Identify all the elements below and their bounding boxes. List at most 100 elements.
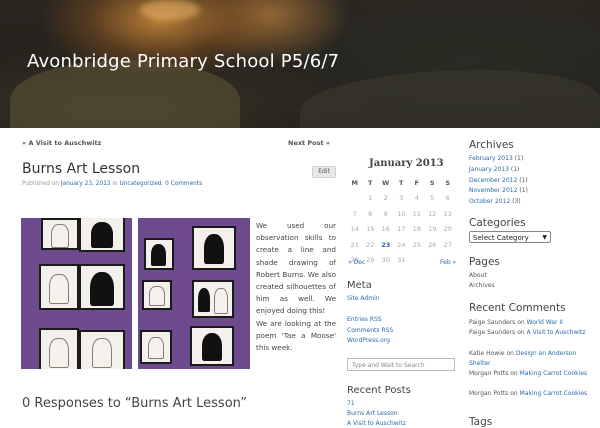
comment-on: on [517,329,525,336]
calendar-day [409,253,425,269]
recent-post-link[interactable]: A Visit to Auschwitz [347,420,406,427]
category-select-value: Select Category [473,234,529,242]
comment-post-link[interactable]: A Visit to Auschwitz [527,329,586,336]
comment-author: Paige Saunders [469,329,516,336]
calendar-day: 16 [381,225,390,234]
meta-heading: Meta [347,280,372,291]
calendar-day: 18 [412,225,421,234]
chevron-down-icon: ▼ [542,234,547,241]
post-paragraph: We used our observation skills to create… [256,221,336,316]
calendar-day-header: W [382,178,390,187]
archives-heading: Archives [469,139,514,151]
drawing-frame [41,218,79,250]
calendar-day: 3 [399,194,404,203]
silhouette [204,234,224,264]
wordpress-org-link[interactable]: WordPress.org [347,337,390,344]
calendar-prev-link[interactable]: « Dec [348,259,365,266]
recent-post-link[interactable]: Burns Art Lesson [347,410,398,417]
calendar-day: 14 [350,225,359,234]
archive-count: (1) [519,187,528,194]
responses-heading: 0 Responses to “Burns Art Lesson” [22,396,247,411]
archive-link[interactable]: January 2013 [469,166,509,173]
sketch [149,286,165,306]
calendar-day-header: M [351,178,358,187]
comment-author: Paige Saunders [469,319,516,326]
comment-on: on [510,390,518,397]
calendar-next-link[interactable]: Feb » [440,259,456,266]
silhouette [151,244,166,266]
post-meta: Published on January 23, 2013 in Uncateg… [22,181,203,187]
silhouette-frame [79,264,125,310]
meta-in: in [112,181,118,187]
calendar-day: 17 [397,225,406,234]
archive-item: February 2013 (1) [469,155,523,162]
calendar-day: 4 [414,194,419,203]
archive-item: November 2012 (1) [469,187,528,194]
page-link-archives[interactable]: Archives [469,282,495,289]
comments-rss-link[interactable]: Comments RSS [347,327,393,334]
calendar-day: 12 [428,209,437,218]
calendar-day: 24 [397,240,406,249]
sketch [51,224,69,248]
archive-count: (1) [510,166,520,173]
calendar-day-header: F [414,178,419,187]
drawing-frame [142,280,172,310]
next-post-link[interactable]: Next Post » [288,139,330,147]
comment-post-link[interactable]: Making Carrot Cookies [520,390,588,397]
silhouette-frame [192,280,234,318]
archive-link[interactable]: February 2013 [469,155,513,162]
comment-on: on [517,319,525,326]
calendar-title: January 2013 [369,158,444,169]
recent-comment: Morgan Potts on Making Carrot Cookies [469,369,589,379]
silhouette-frame [190,326,234,366]
recent-comment: Morgan Potts on Making Carrot Cookies [469,389,589,399]
recent-comment: Katie Howie on Design an Anderson Shelte… [469,349,589,368]
comment-post-link[interactable]: Making Carrot Cookies [520,370,588,377]
artwork-photo[interactable] [138,218,250,369]
comment-on: on [506,350,514,357]
silhouette-frame [192,226,236,270]
drawing-frame [79,330,125,369]
recent-comment: Paige Saunders on A Visit to Auschwitz [469,328,589,338]
drawing-frame [39,264,79,310]
category-link[interactable]: Uncategorized [119,181,161,187]
comment-post-link[interactable]: World War II [527,319,563,326]
post-date-link[interactable]: January 23, 2013 [61,181,111,187]
recent-comment: Paige Saunders on World War II [469,318,589,328]
silhouette [202,333,222,361]
calendar-day [347,191,363,207]
recent-post-link[interactable]: 71 [347,400,355,407]
calendar-day: 11 [412,209,421,218]
calendar-day-header: S [445,178,451,187]
calendar-day: 1 [368,194,373,203]
archive-item: October 2012 (3) [469,198,521,205]
prev-post-link[interactable]: « A Visit to Auschwitz [22,139,101,147]
category-select[interactable]: Select Category ▼ [469,231,551,243]
edit-button[interactable]: Edit [312,166,336,178]
calendar-day[interactable]: 23 [378,237,394,253]
comment-author: Morgan Potts [469,370,509,377]
sketch [92,338,112,368]
search-input[interactable]: Type and Wait to Search [347,358,455,371]
calendar-day: 6 [445,194,450,203]
calendar-day: 22 [366,240,375,249]
banner-rock [300,70,600,128]
archive-count: (1) [514,155,524,162]
page-link-about[interactable]: About [469,272,487,279]
calendar-day-header: S [429,178,435,187]
comments-link[interactable]: 0 Comments [165,181,202,187]
silhouette [198,288,210,312]
entries-rss-link[interactable]: Entries RSS [347,316,382,323]
archive-link[interactable]: December 2012 [469,177,517,184]
site-admin-link[interactable]: Site Admin [347,295,380,302]
silhouette-frame [79,218,125,252]
tags-heading: Tags [469,416,493,428]
artwork-photo[interactable] [21,218,132,369]
drawing-frame [140,330,172,364]
post-paragraph: We are looking at the poem 'Tae a Moose'… [256,318,336,353]
archive-link[interactable]: November 2012 [469,187,517,194]
archive-link[interactable]: October 2012 [469,198,510,205]
calendar-day-header: T [368,178,373,187]
calendar-day: 21 [350,240,359,249]
site-title[interactable]: Avonbridge Primary School P5/6/7 [27,51,339,72]
